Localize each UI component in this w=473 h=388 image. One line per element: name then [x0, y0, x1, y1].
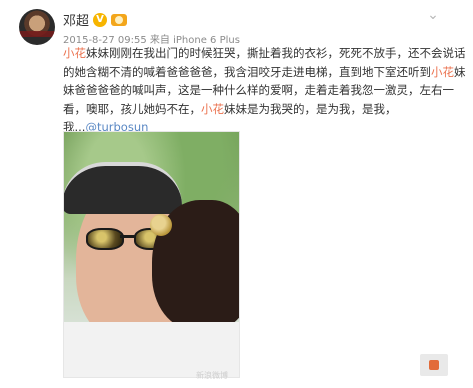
photo-hair-clip — [150, 214, 172, 236]
post-line-1: 小花妹妹刚刚在我出门的时候狂哭，撕扯着我的衣衫，死死不放手，还不会说话 — [63, 46, 466, 60]
avatar[interactable] — [19, 9, 55, 45]
topic-link[interactable]: 小花 — [201, 102, 224, 116]
post-line-2: 的她含糊不清的喊着爸爸爸爸，我含泪咬牙走进电梯，直到地下室还听到小花妹 — [63, 64, 466, 79]
topic-link[interactable]: 小花 — [63, 46, 86, 60]
post-line-3: 妹爸爸爸爸的喊叫声，这是一种什么样的爱啊，走着走着我忽一激灵，左右一 — [63, 83, 454, 97]
post-line-4: 看，噢耶，孩儿她妈不在，小花妹妹是为我哭的，是为我，是我， — [63, 101, 397, 116]
photo-cap — [64, 162, 182, 214]
post-text: 小花妹妹刚刚在我出门的时候狂哭，撕扯着我的衣衫，死死不放手，还不会说话 的她含糊… — [63, 44, 466, 137]
verified-badge-icon: V — [93, 12, 108, 27]
chevron-down-icon[interactable]: ⌄ — [426, 8, 440, 22]
photo-watermark: 新浪微博 — [196, 371, 228, 380]
post-header: 邓超 V — [63, 10, 128, 29]
app-logo-icon — [420, 354, 448, 376]
post-photo[interactable] — [63, 131, 240, 378]
topic-link[interactable]: 小花 — [431, 65, 454, 79]
vip-badge-icon — [111, 13, 128, 26]
username[interactable]: 邓超 — [63, 10, 89, 29]
